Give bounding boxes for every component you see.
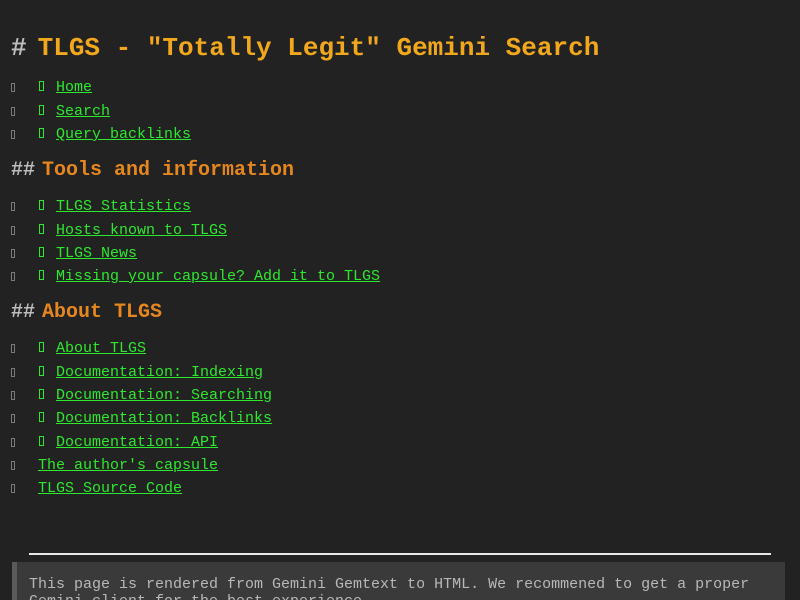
list-bullet-icon <box>10 221 18 241</box>
link-label: Documentation: Indexing <box>56 364 264 381</box>
link-label: TLGS Statistics <box>56 198 192 215</box>
list-bullet-icon <box>10 197 18 217</box>
section-heading-text: Tools and information <box>42 159 295 182</box>
gemini-link-icon <box>38 127 46 139</box>
gemini-link-icon <box>38 199 46 211</box>
list-bullet-icon <box>10 479 18 499</box>
gemini-link-icon <box>38 223 46 235</box>
section-heading-tools: ## Tools and information <box>11 158 294 184</box>
link-search[interactable]: Search <box>38 102 110 122</box>
gemini-link-icon <box>38 411 46 423</box>
heading-marker: # <box>11 33 27 63</box>
page-title-text: TLGS - "Totally Legit" Gemini Search <box>37 33 600 63</box>
page-title: # TLGS - "Totally Legit" Gemini Search <box>11 31 599 65</box>
list-bullet-icon <box>10 125 18 145</box>
link-label: Search <box>56 103 111 120</box>
list-bullet-icon <box>10 363 18 383</box>
link-label: Documentation: Searching <box>56 387 273 404</box>
section-heading-about: ## About TLGS <box>11 300 162 326</box>
list-bullet-icon <box>10 267 18 287</box>
list-bullet-icon <box>10 386 18 406</box>
link-source-code[interactable]: TLGS Source Code <box>38 479 182 499</box>
page: # TLGS - "Totally Legit" Gemini Search Ho… <box>0 0 800 600</box>
link-tlgs-statistics[interactable]: TLGS Statistics <box>38 197 191 217</box>
list-bullet-icon <box>10 409 18 429</box>
gemini-link-icon <box>38 435 46 447</box>
link-label: Documentation: Backlinks <box>56 410 273 427</box>
gemini-link-icon <box>38 388 46 400</box>
link-label: Documentation: API <box>56 434 219 451</box>
link-label: TLGS News <box>56 245 138 262</box>
link-doc-indexing[interactable]: Documentation: Indexing <box>38 363 263 383</box>
link-label: Query backlinks <box>56 126 192 143</box>
render-notice: This page is rendered from Gemini Gemtex… <box>12 562 785 600</box>
link-doc-api[interactable]: Documentation: API <box>38 433 218 453</box>
list-bullet-icon <box>10 78 18 98</box>
gemini-link-icon <box>38 269 46 281</box>
gemini-link-icon <box>38 365 46 377</box>
link-doc-backlinks[interactable]: Documentation: Backlinks <box>38 409 272 429</box>
gemini-link-icon <box>38 104 46 116</box>
link-about-tlgs[interactable]: About TLGS <box>38 339 146 359</box>
section-heading-text: About TLGS <box>42 301 163 324</box>
render-notice-text: This page is rendered from Gemini Gemtex… <box>29 576 750 600</box>
gemini-link-icon <box>38 246 46 258</box>
list-bullet-icon <box>10 244 18 264</box>
link-tlgs-news[interactable]: TLGS News <box>38 244 137 264</box>
heading-marker: ## <box>11 159 36 182</box>
link-label: Missing your capsule? Add it to TLGS <box>56 268 381 285</box>
heading-marker: ## <box>11 301 36 324</box>
link-query-backlinks[interactable]: Query backlinks <box>38 125 191 145</box>
gemini-link-icon <box>38 80 46 92</box>
horizontal-divider <box>29 553 771 555</box>
link-home[interactable]: Home <box>38 78 92 98</box>
link-label: Hosts known to TLGS <box>56 222 228 239</box>
link-author-capsule[interactable]: The author's capsule <box>38 456 218 476</box>
list-bullet-icon <box>10 433 18 453</box>
list-bullet-icon <box>10 456 18 476</box>
link-add-capsule[interactable]: Missing your capsule? Add it to TLGS <box>38 267 380 287</box>
link-doc-searching[interactable]: Documentation: Searching <box>38 386 272 406</box>
gemini-link-icon <box>38 341 46 353</box>
link-label: Home <box>56 79 93 96</box>
link-label: About TLGS <box>56 340 147 357</box>
link-known-hosts[interactable]: Hosts known to TLGS <box>38 221 227 241</box>
list-bullet-icon <box>10 339 18 359</box>
list-bullet-icon <box>10 102 18 122</box>
